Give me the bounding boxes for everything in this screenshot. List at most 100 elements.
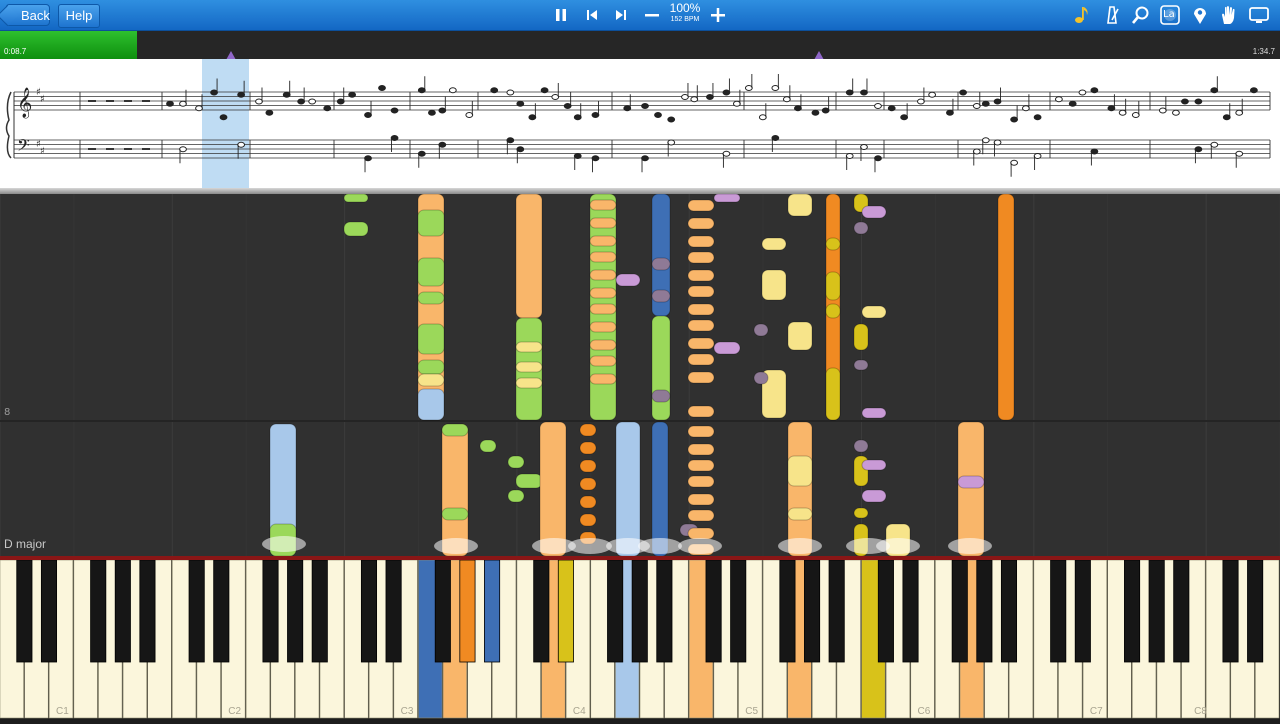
music-note-button[interactable] <box>1071 4 1093 26</box>
score-note <box>506 137 515 144</box>
falling-note <box>651 389 671 403</box>
score-note <box>573 114 582 121</box>
falling-note <box>753 323 769 337</box>
metronome-button[interactable] <box>1101 4 1123 26</box>
falling-note <box>687 285 715 298</box>
measure-number: 8 <box>4 407 11 418</box>
black-key <box>1222 559 1239 663</box>
score-note <box>981 100 990 107</box>
total-time: 1:34.7 <box>1252 47 1275 56</box>
piano-keys: C1 C2 C3 C4 C5 C6 C7 C8 <box>0 559 1280 719</box>
falling-note <box>479 439 497 453</box>
score-note <box>516 100 525 107</box>
black-key <box>459 559 476 663</box>
falling-note <box>441 423 469 437</box>
black-key <box>631 559 648 663</box>
score-note <box>417 87 426 94</box>
score-note <box>946 109 954 116</box>
black-key <box>828 559 845 663</box>
top-toolbar: Back Help 100% 152 BPM La <box>0 0 1280 31</box>
score-note <box>417 150 426 157</box>
black-key <box>804 559 821 663</box>
score-note <box>1235 150 1244 157</box>
pause-button[interactable] <box>550 4 572 26</box>
black-key <box>1050 559 1067 663</box>
falling-note <box>579 459 597 473</box>
falling-note <box>589 287 617 299</box>
score-note <box>972 148 981 155</box>
score-note <box>706 94 714 100</box>
falling-note <box>515 377 543 389</box>
location-button[interactable] <box>1189 4 1211 26</box>
hand-icon <box>1222 6 1235 24</box>
score-note <box>722 150 731 157</box>
note-label-button[interactable]: La <box>1159 4 1181 26</box>
skip-forward-button[interactable] <box>610 4 632 26</box>
screen-button[interactable] <box>1248 4 1270 26</box>
score-note <box>1249 87 1258 94</box>
zoom-button[interactable] <box>1130 4 1152 26</box>
falling-note <box>687 443 715 456</box>
black-key <box>1000 559 1018 663</box>
score-note <box>811 109 820 116</box>
falling-note <box>687 251 715 264</box>
faster-button[interactable] <box>707 4 729 26</box>
black-key <box>533 559 550 663</box>
sharp-accidental: ♯ <box>40 146 45 157</box>
black-key <box>902 559 919 663</box>
score-note <box>1194 98 1203 105</box>
score-note <box>210 89 218 96</box>
falling-note <box>417 291 445 305</box>
score-note <box>641 103 649 109</box>
score-note <box>794 105 802 112</box>
score-note <box>993 98 1002 105</box>
falling-note <box>825 271 841 301</box>
note-hit-glow <box>778 538 822 554</box>
score-note <box>1210 141 1219 148</box>
score-note <box>860 144 868 150</box>
skip-back-icon <box>587 10 597 20</box>
black-key <box>262 559 279 663</box>
help-button[interactable]: Help <box>58 4 100 28</box>
piano-keyboard[interactable]: C1 C2 C3 C4 C5 C6 C7 C8 <box>0 559 1280 720</box>
score-note <box>195 105 203 112</box>
falling-note <box>589 373 617 385</box>
black-key <box>557 559 574 663</box>
falling-note <box>539 421 567 556</box>
timeline-progress[interactable]: 0:08.7 1:34.7 <box>0 31 1280 60</box>
rest-mark <box>106 148 114 150</box>
falling-note <box>589 199 617 211</box>
black-key <box>188 559 205 663</box>
note-label-text: La <box>1163 9 1175 20</box>
falling-note <box>515 473 543 489</box>
slower-button[interactable] <box>641 4 663 26</box>
score-note <box>1172 109 1180 116</box>
hand-button[interactable] <box>1218 4 1240 26</box>
falling-note <box>687 303 715 316</box>
zoom-icon <box>1132 6 1149 24</box>
score-note <box>573 153 582 159</box>
falling-note <box>589 251 617 263</box>
black-key <box>385 559 402 663</box>
bpm-readout: 152 BPM <box>670 16 700 23</box>
score-note <box>1131 112 1140 118</box>
falling-note <box>787 421 813 556</box>
falling-note <box>515 361 543 373</box>
bass-clef-icon: 𝄢 <box>17 135 30 159</box>
note-hit-glow <box>568 538 612 554</box>
score-note <box>1090 87 1099 94</box>
back-button[interactable]: Back <box>6 4 50 26</box>
score-note <box>1033 153 1042 159</box>
score-note <box>1068 100 1077 107</box>
playback-highlight <box>202 59 249 190</box>
score-note <box>928 91 937 98</box>
score-note <box>821 107 830 114</box>
score-note <box>917 98 925 105</box>
falling-note <box>853 323 869 351</box>
black-key <box>1247 559 1264 663</box>
score-note <box>563 103 572 109</box>
score-note <box>390 107 399 114</box>
score-note <box>1010 116 1019 123</box>
skip-back-button[interactable] <box>581 4 603 26</box>
key-signature-label: D major <box>4 537 47 551</box>
